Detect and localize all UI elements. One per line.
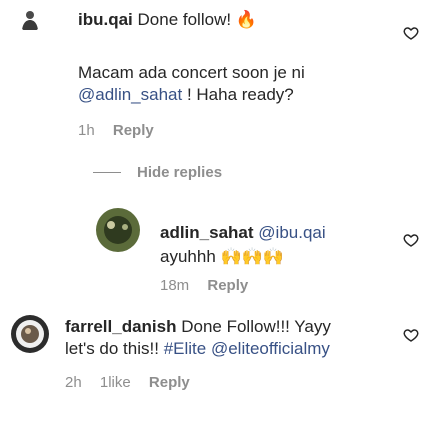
avatar[interactable] [93, 205, 143, 255]
reply-button[interactable]: Reply [207, 277, 248, 295]
comment-body: Done follow! [137, 10, 232, 29]
hashtag-link[interactable]: #Elite [164, 339, 207, 358]
reply-meta: 18m Reply [160, 277, 248, 295]
praise-emoji: 🙌🙌🙌 [220, 247, 285, 266]
reply-button[interactable]: Reply [113, 122, 154, 140]
comment-text: farrell_danish Done Follow!!! Yayy let's… [65, 316, 395, 360]
fire-emoji: 🔥 [235, 10, 257, 29]
reply-text: adlin_sahat @ibu.qai [160, 222, 400, 244]
mention-link[interactable]: @adlin_sahat [78, 85, 182, 104]
comment-body-2: let's do this!! [65, 339, 164, 358]
hide-replies-toggle[interactable]: Hide replies [93, 164, 222, 181]
username[interactable]: farrell_danish [65, 317, 177, 336]
avatar[interactable] [10, 314, 50, 354]
mention-link[interactable]: @ibu.qai [258, 223, 325, 242]
comment-text-body: Macam ada concert soon je ni @adlin_saha… [78, 62, 398, 106]
heart-icon[interactable] [403, 25, 419, 41]
comment-text: ibu.qai Done follow! 🔥 [78, 9, 398, 31]
comment-body-rest: ! Haha ready? [182, 85, 294, 104]
comment-body-line: Macam ada concert soon je ni [78, 63, 305, 82]
reply-body: ayuhhh 🙌🙌🙌 [160, 246, 400, 268]
heart-icon[interactable] [403, 327, 419, 343]
likes-count[interactable]: 1like [100, 374, 131, 392]
heart-icon[interactable] [403, 232, 419, 248]
comment-meta: 1h Reply [78, 122, 154, 140]
comment-line-1: farrell_danish Done Follow!!! Yayy [65, 316, 395, 338]
comment-body: Done Follow!!! Yayy [181, 317, 331, 336]
timestamp: 2h [65, 374, 82, 391]
reply-body-text: ayuhhh [160, 247, 216, 266]
reply-button[interactable]: Reply [149, 374, 190, 392]
timestamp: 1h [78, 122, 95, 139]
comment-line-2: let's do this!! #Elite @eliteofficialmy [65, 338, 395, 360]
username[interactable]: adlin_sahat [160, 223, 254, 242]
comment-meta: 2h 1like Reply [65, 374, 190, 392]
comment-body-line-2: @adlin_sahat ! Haha ready? [78, 84, 398, 106]
timestamp: 18m [160, 277, 190, 294]
hide-replies-label[interactable]: Hide replies [137, 164, 222, 181]
username[interactable]: ibu.qai [78, 10, 133, 29]
mention-link[interactable]: @eliteofficialmy [211, 339, 330, 358]
avatar[interactable] [18, 8, 42, 32]
divider-line [93, 172, 121, 173]
